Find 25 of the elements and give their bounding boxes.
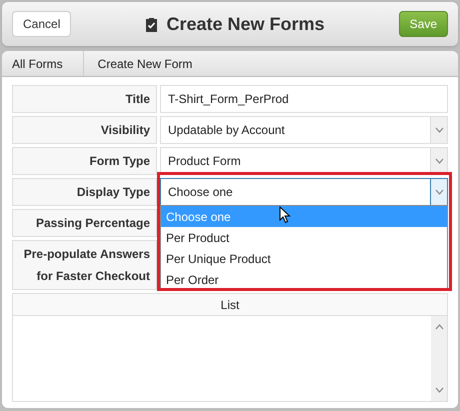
field-label: Pre-populate Answers for Faster Checkout xyxy=(12,240,157,290)
select-field[interactable]: Updatable by Account xyxy=(160,116,448,144)
scrollbar[interactable] xyxy=(431,316,447,401)
chevron-down-icon xyxy=(434,158,444,164)
field-label: Display Type xyxy=(12,178,157,206)
dropdown-option[interactable]: Per Order xyxy=(161,269,447,290)
page-title: Create New Forms xyxy=(166,12,325,36)
breadcrumb-link[interactable]: All Forms xyxy=(2,51,84,76)
breadcrumb-link[interactable]: Create New Form xyxy=(84,51,202,76)
chevron-down-icon xyxy=(434,189,444,195)
field-label: Passing Percentage xyxy=(12,209,157,237)
dropdown-option[interactable]: Per Unique Product xyxy=(161,248,447,269)
field-label: Visibility xyxy=(12,116,157,144)
list-heading: List xyxy=(12,293,448,316)
chevron-down-icon xyxy=(434,127,444,133)
cancel-button[interactable]: Cancel xyxy=(12,11,72,37)
dropdown-option[interactable]: Per Product xyxy=(161,227,447,248)
clipboard-icon xyxy=(145,16,158,32)
field-label: Title xyxy=(12,85,157,113)
chevron-up-icon xyxy=(434,324,444,330)
list-area[interactable] xyxy=(12,316,448,402)
field-label: Form Type xyxy=(12,147,157,175)
text-field[interactable]: T-Shirt_Form_PerProd xyxy=(160,85,448,113)
chevron-down-icon xyxy=(434,387,444,393)
select-field[interactable]: Choose one xyxy=(160,178,448,206)
